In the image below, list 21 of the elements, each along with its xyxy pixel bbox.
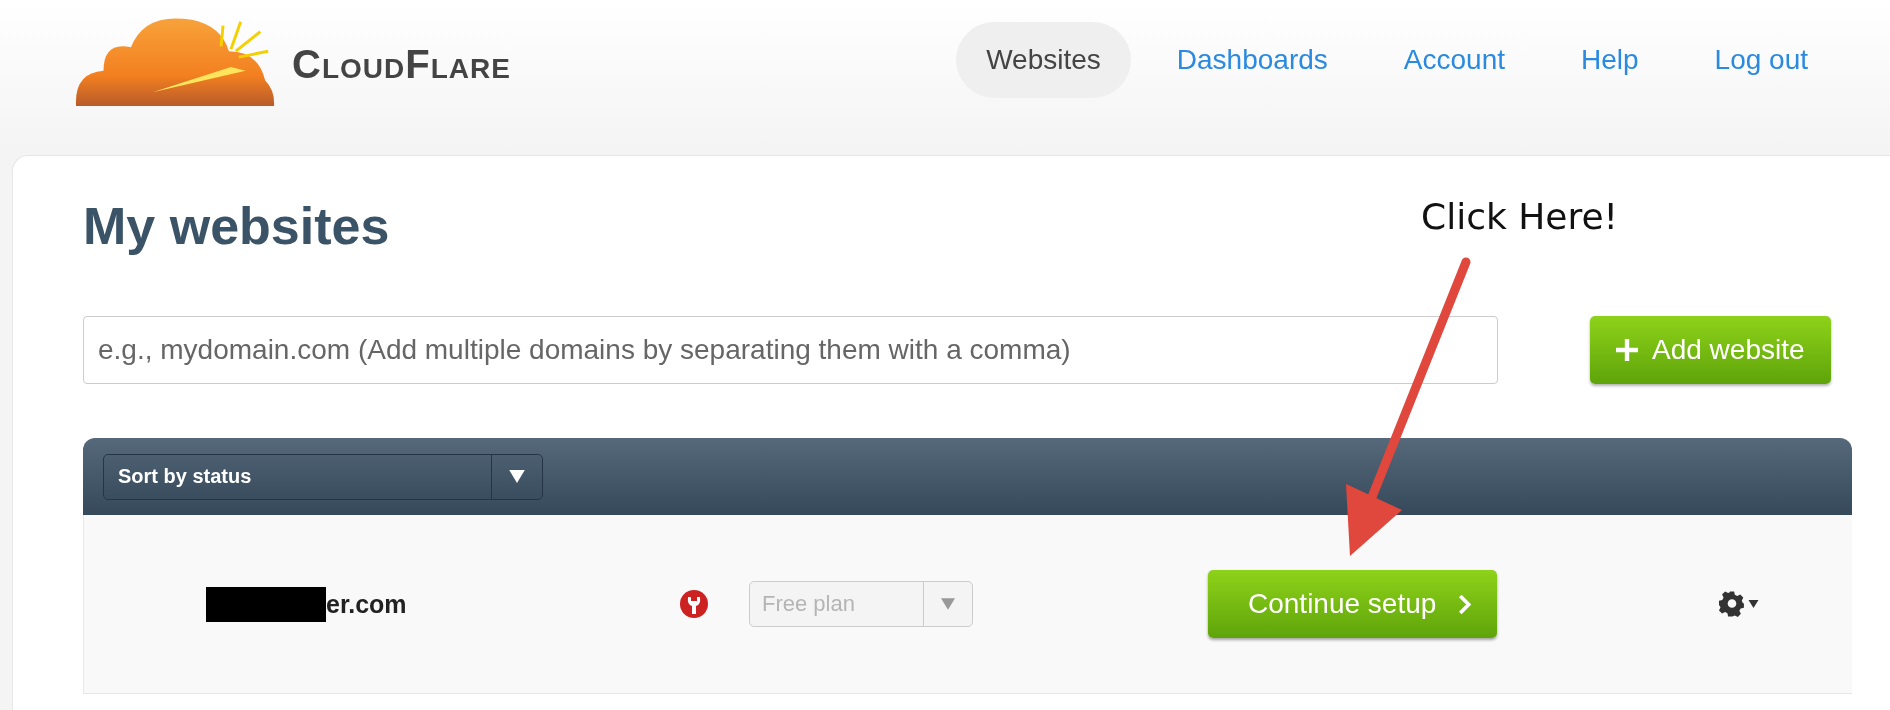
wrench-icon bbox=[679, 589, 709, 619]
nav-link[interactable]: Websites bbox=[956, 22, 1131, 98]
sort-select[interactable]: Sort by status bbox=[103, 453, 543, 500]
add-website-button[interactable]: Add website bbox=[1590, 316, 1831, 384]
domain-input-field[interactable]: e.g., mydomain.com (Add multiple domains by separating them with a comma) bbox=[83, 316, 1498, 384]
settings-menu-button[interactable] bbox=[1719, 591, 1760, 617]
page-title: My websites bbox=[83, 196, 390, 256]
nav-link[interactable]: Account bbox=[1373, 22, 1535, 98]
dropdown-arrow-icon bbox=[509, 470, 525, 483]
domain-name: er.com bbox=[326, 589, 407, 619]
brand-name: CloudFlare bbox=[292, 41, 511, 87]
plus-icon bbox=[1616, 339, 1638, 361]
nav-link[interactable]: Dashboards bbox=[1146, 22, 1358, 98]
annotation-text: Click Here! bbox=[1421, 196, 1619, 237]
dropdown-arrow-icon bbox=[941, 598, 955, 610]
nav-link[interactable]: Help bbox=[1551, 22, 1669, 98]
settings-icon bbox=[1719, 591, 1746, 617]
nav-link[interactable]: Log out bbox=[1684, 22, 1838, 98]
chevron-right-icon bbox=[1458, 594, 1472, 614]
caret-icon bbox=[1748, 600, 1760, 608]
continue-setup-button[interactable]: Continue setup bbox=[1208, 570, 1498, 638]
